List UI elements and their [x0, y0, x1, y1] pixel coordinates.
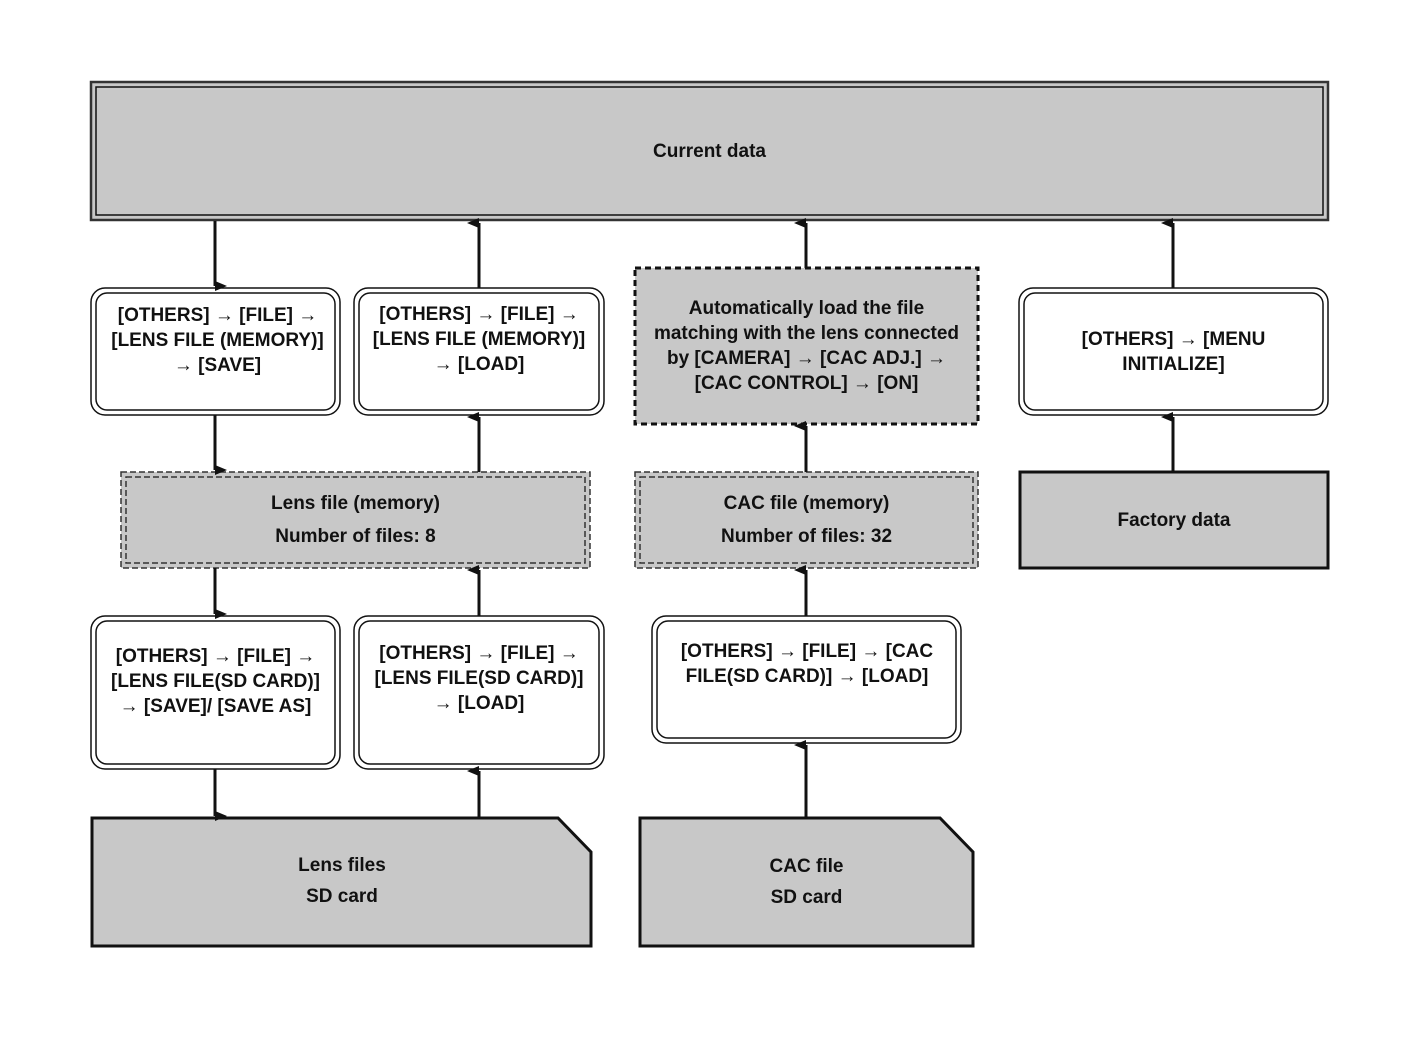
cac-file-memory-title: CAC file (memory): [723, 493, 890, 514]
menu-initialize-label: [OTHERS] → [MENU INITIALIZE]: [1081, 328, 1266, 375]
lens-files-sd-label: Lens files SD card: [92, 848, 592, 914]
cac-file-sd-label: CAC file SD card: [640, 849, 973, 915]
lens-memory-load-label: [OTHERS] → [FILE] → [LENS FILE (MEMORY)]…: [372, 303, 586, 375]
cac-file-memory-count: Number of files: 32: [720, 526, 893, 547]
cac-sd-load-label: [OTHERS] → [FILE] → [CAC FILE(SD CARD)] …: [680, 641, 934, 687]
cac-file-sd-subtitle: SD card: [770, 887, 843, 908]
lens-sd-save-label: [OTHERS] → [FILE] → [LENS FILE(SD CARD)]…: [111, 645, 320, 717]
current-data-label: Current data: [653, 140, 766, 162]
lens-sd-load-label: [OTHERS] → [FILE] → [LENS FILE(SD CARD)]…: [374, 642, 584, 714]
lens-memory-save-label: [OTHERS] → [FILE] → [LENS FILE (MEMORY)]…: [111, 304, 324, 376]
lens-files-sd-title: Lens files: [298, 855, 386, 876]
cac-file-memory-label: CAC file (memory) Number of files: 32: [640, 477, 973, 563]
lens-file-memory-count: Number of files: 8: [275, 526, 436, 547]
cac-auto-load-label: Automatically load the file matching wit…: [653, 298, 960, 394]
cac-file-sd-title: CAC file: [769, 856, 844, 877]
lens-file-memory-label: Lens file (memory) Number of files: 8: [126, 477, 585, 563]
lens-files-sd-subtitle: SD card: [306, 886, 378, 907]
lens-file-memory-title: Lens file (memory): [271, 493, 440, 514]
factory-data-label: Factory data: [1117, 509, 1231, 531]
